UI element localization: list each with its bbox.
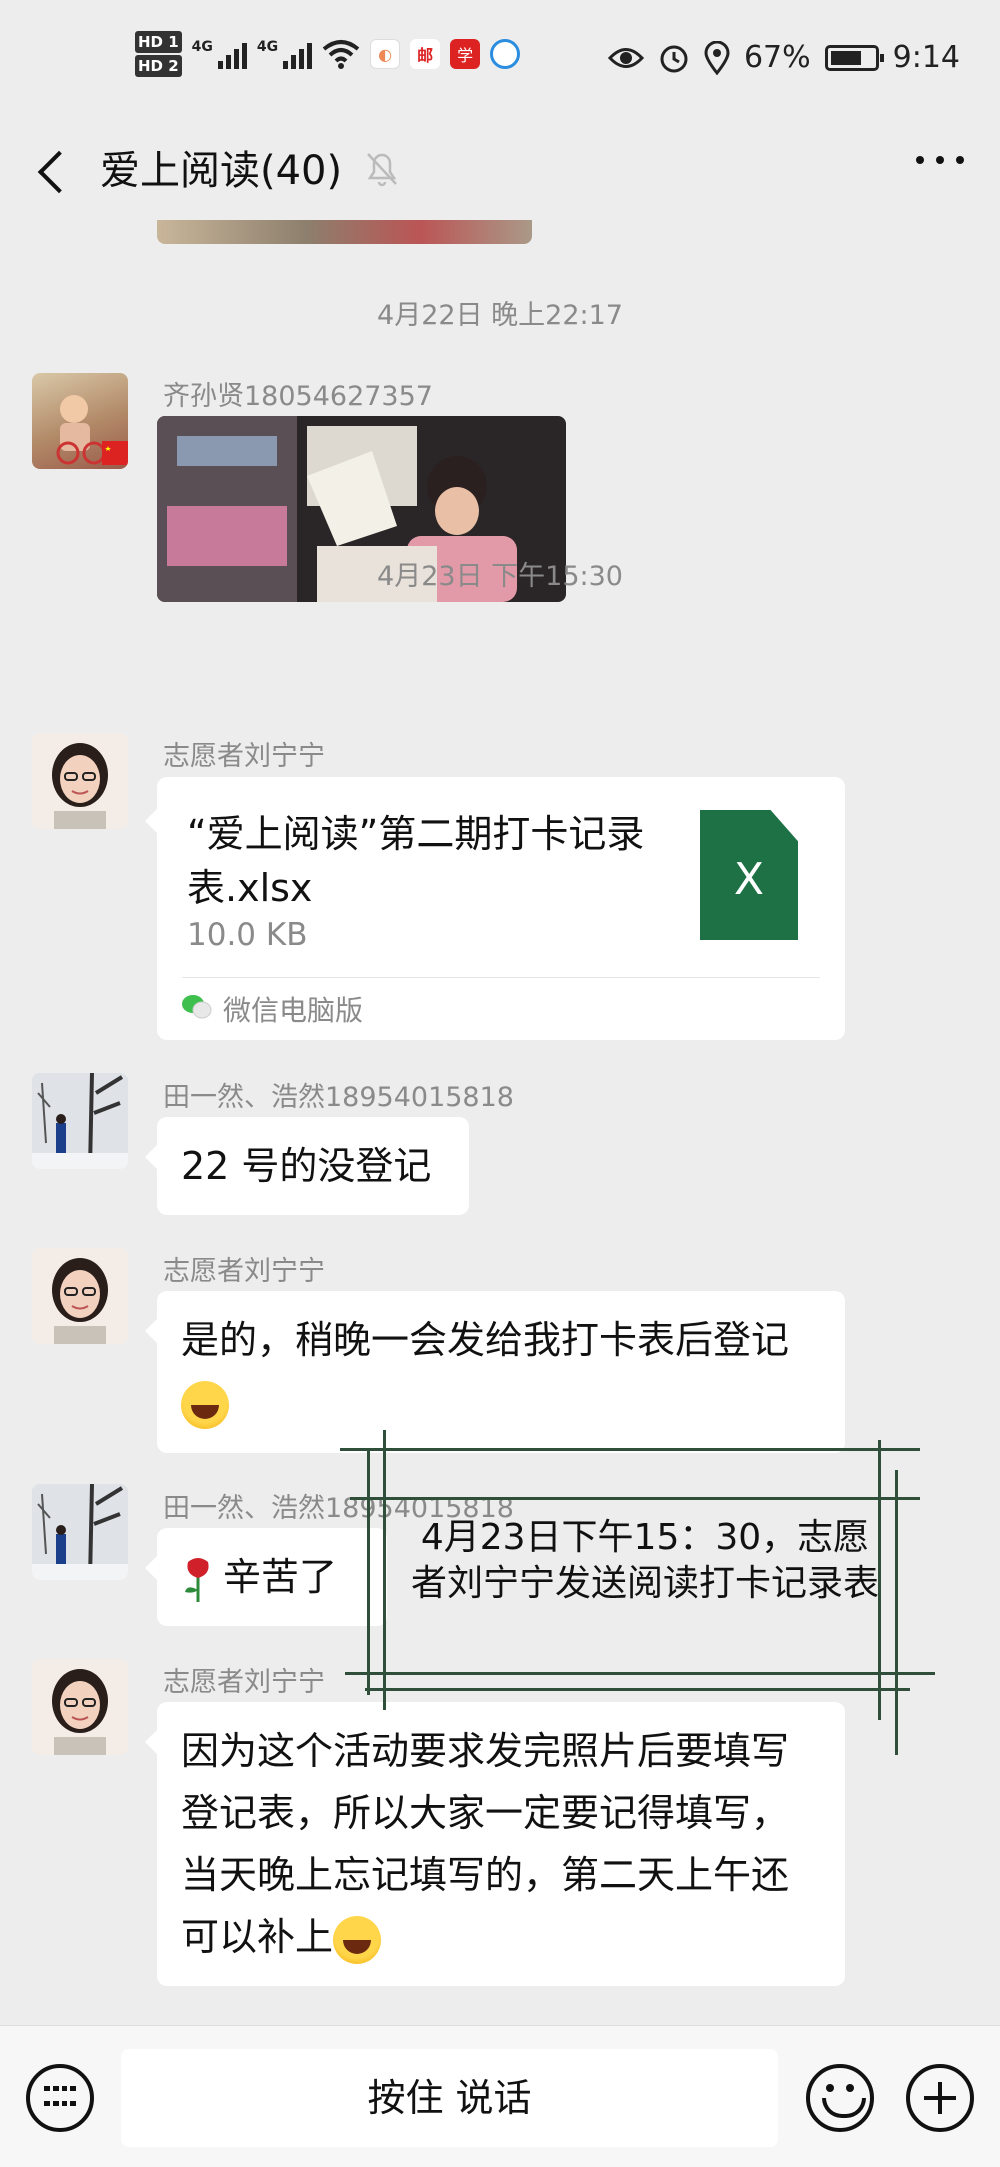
laughing-emoji-icon [333, 1915, 382, 1964]
network-1-label: 4G [191, 39, 213, 55]
app-notification-icon: ◐ [370, 39, 401, 69]
avatar-image [56, 395, 128, 465]
browser-app-icon [490, 39, 521, 69]
wechat-icon [182, 995, 212, 1019]
file-message[interactable]: “爱上阅读”第二期打卡记录表.xlsx 10.0 KB X 微信电脑版 [145, 777, 845, 1040]
rose-emoji-icon [185, 1557, 209, 1602]
text-message[interactable]: 是的，稍晚一会发给我打卡表后登记 [145, 1291, 845, 1453]
avatar[interactable] [32, 1659, 128, 1755]
sender-name: 志愿者刘宁宁 [163, 1667, 325, 1698]
file-size: 10.0 KB [187, 917, 308, 953]
avatar[interactable] [32, 1484, 128, 1580]
file-name: “爱上阅读”第二期打卡记录表.xlsx [187, 812, 645, 910]
post-app-icon: 邮 [410, 39, 441, 69]
keyboard-icon [44, 2086, 76, 2112]
hd-indicator: HD 1 HD 2 [135, 30, 182, 78]
message-text: 辛苦了 [223, 1555, 338, 1599]
text-message[interactable]: 22 号的没登记 [145, 1117, 469, 1215]
wifi-icon [322, 40, 360, 69]
image-message-partial[interactable] [157, 220, 532, 244]
avatar-image [32, 1073, 128, 1169]
sender-name: 志愿者刘宁宁 [163, 741, 325, 772]
avatar-image [32, 1484, 128, 1580]
more-options-button[interactable] [916, 156, 964, 164]
sender-name: 志愿者刘宁宁 [163, 1256, 325, 1287]
alarm-icon [660, 45, 688, 72]
excel-icon-letter: X [733, 854, 765, 905]
text-message[interactable]: 辛苦了 [145, 1528, 387, 1626]
eye-icon [607, 47, 644, 68]
avatar-image [32, 733, 128, 829]
laughing-emoji-icon [181, 1380, 229, 1429]
clock: 9:14 [892, 40, 960, 75]
avatar[interactable] [32, 1073, 128, 1169]
avatar[interactable] [32, 373, 128, 469]
message-text: 22 号的没登记 [181, 1144, 432, 1188]
more-actions-button[interactable] [906, 2064, 974, 2132]
chat-title: 爱上阅读(40) [100, 148, 343, 194]
mute-bell-icon [367, 153, 397, 187]
timestamp: 4月22日 晚上22:17 [377, 300, 623, 331]
annotation-caption: 4月23日下午15：30，志愿者刘宁宁发送阅读打卡记录表 [410, 1517, 879, 1604]
hold-to-talk-button[interactable]: 按住 说话 [121, 2049, 778, 2147]
timestamp: 4月23日 下午15:30 [377, 561, 623, 592]
back-button[interactable] [30, 140, 80, 200]
message-text: 因为这个活动要求发完照片后要填写登记表，所以大家一定要记得填写，当天晚上忘记填写… [181, 1729, 790, 1959]
avatar[interactable] [32, 1248, 128, 1344]
signal-icon: 4G [256, 39, 313, 69]
divider [182, 977, 820, 978]
keyboard-toggle-button[interactable] [26, 2064, 94, 2132]
hd-2-label: HD 2 [135, 55, 182, 77]
avatar[interactable] [32, 733, 128, 829]
avatar-image [32, 1659, 128, 1755]
battery-icon [824, 44, 884, 71]
input-bar: 按住 说话 [0, 2025, 1000, 2167]
sender-name: 田一然、浩然18954015818 [163, 1082, 514, 1113]
battery-percent: 67% [743, 40, 811, 75]
hd-1-label: HD 1 [135, 31, 182, 53]
location-icon [704, 40, 730, 75]
signal-icon: 4G [192, 39, 247, 69]
file-source: 微信电脑版 [223, 994, 364, 1027]
chat-header: 爱上阅读(40) [0, 120, 1000, 220]
text-message[interactable]: 因为这个活动要求发完照片后要填写登记表，所以大家一定要记得填写，当天晚上忘记填写… [145, 1702, 845, 1986]
emoji-button[interactable] [806, 2064, 874, 2132]
message-text: 是的，稍晚一会发给我打卡表后登记 [181, 1318, 790, 1362]
study-app-icon: 学 [450, 39, 481, 69]
excel-file-icon: X [700, 810, 798, 940]
sender-name: 齐孙贤18054627357 [163, 381, 433, 412]
avatar-image [32, 1248, 128, 1344]
network-2-label: 4G [256, 39, 279, 55]
status-bar: HD 1 HD 2 4G 4G ◐ 邮 学 67% 9:14 [0, 0, 1000, 120]
message-list[interactable]: 4月22日 晚上22:17 齐孙贤18054627357 4月23日 下午15:… [0, 220, 1000, 2025]
